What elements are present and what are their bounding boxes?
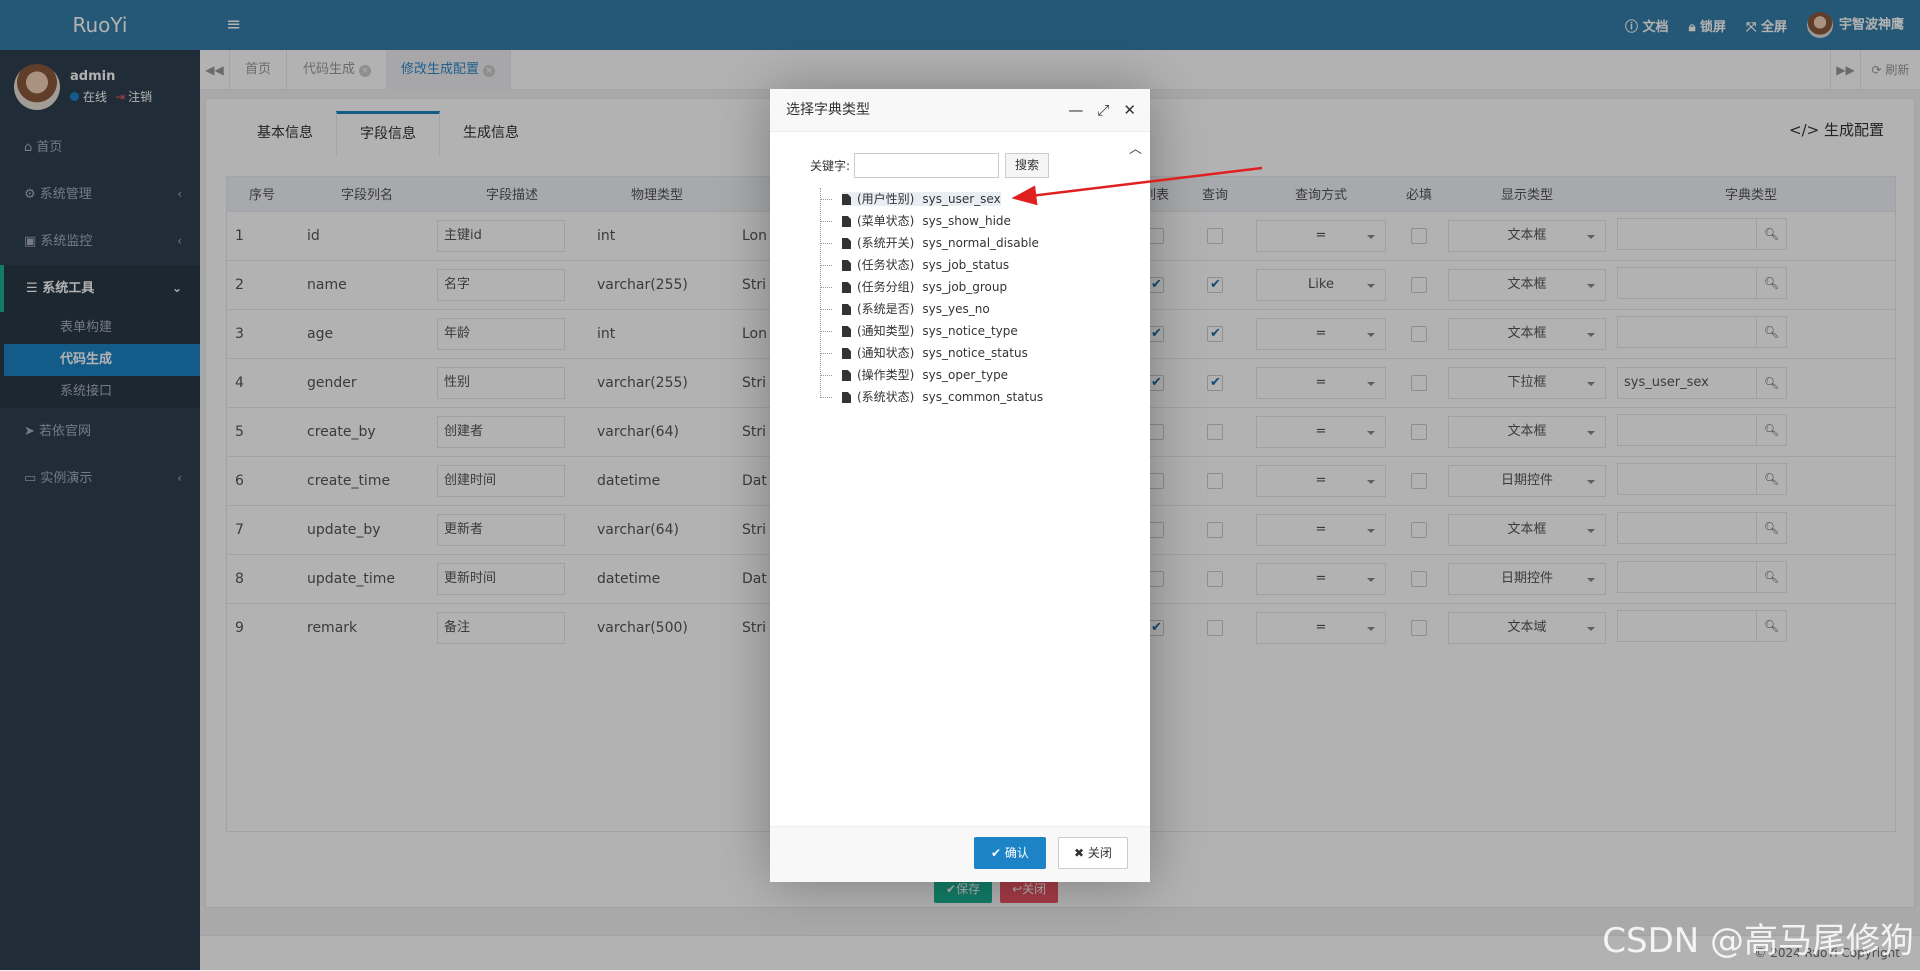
- minimize-icon[interactable]: —: [1068, 89, 1083, 132]
- maximize-icon[interactable]: ⤢: [1097, 89, 1109, 132]
- dict-name: (系统状态): [857, 390, 915, 404]
- close-icon[interactable]: ✕: [1123, 89, 1136, 132]
- tree-node[interactable]: (通知状态) sys_notice_status: [820, 342, 1043, 364]
- dict-name: (操作类型): [857, 368, 915, 382]
- confirm-button[interactable]: ✔ 确认: [974, 837, 1046, 869]
- dict-name: (任务分组): [857, 280, 915, 294]
- dict-code: sys_notice_type: [922, 324, 1018, 338]
- dict-tree: (用户性别) sys_user_sex (菜单状态) sys_show_hide (系统…: [820, 188, 1043, 408]
- dict-name: (系统是否): [857, 302, 915, 316]
- dict-code: sys_normal_disable: [922, 236, 1039, 250]
- cancel-button[interactable]: ✖ 关闭: [1058, 837, 1128, 869]
- dict-name: (通知状态): [857, 346, 915, 360]
- dict-name: (菜单状态): [857, 214, 915, 228]
- document-icon: [842, 282, 851, 293]
- document-icon: [842, 304, 851, 315]
- tree-node[interactable]: (任务状态) sys_job_status: [820, 254, 1043, 276]
- tree-node[interactable]: (系统状态) sys_common_status: [820, 386, 1043, 408]
- dict-code: sys_common_status: [922, 390, 1044, 404]
- dialog-body: ︿ 关键字: 搜索 (用户性别) sys_user_sex (菜单状态) sys_sh…: [770, 132, 1150, 715]
- tree-node[interactable]: (菜单状态) sys_show_hide: [820, 210, 1043, 232]
- tree-node[interactable]: (通知类型) sys_notice_type: [820, 320, 1043, 342]
- keyword-input[interactable]: [854, 153, 1000, 178]
- dict-code: sys_oper_type: [922, 368, 1009, 382]
- collapse-icon[interactable]: ︿: [1129, 138, 1142, 157]
- dict-name: (任务状态): [857, 258, 915, 272]
- dict-code: sys_job_group: [922, 280, 1008, 294]
- dialog-title: 选择字典类型: [786, 102, 870, 118]
- tree-node[interactable]: (任务分组) sys_job_group: [820, 276, 1043, 298]
- dict-name: (系统开关): [857, 236, 915, 250]
- tree-node[interactable]: (操作类型) sys_oper_type: [820, 364, 1043, 386]
- dialog-footer: ✔ 确认 ✖ 关闭: [770, 826, 1150, 882]
- document-icon: [842, 260, 851, 271]
- tree-node[interactable]: (系统是否) sys_yes_no: [820, 298, 1043, 320]
- watermark: CSDN @高马尾修狗: [1602, 921, 1914, 961]
- dict-code: sys_job_status: [922, 258, 1010, 272]
- dict-name: (通知类型): [857, 324, 915, 338]
- dict-code: sys_user_sex: [922, 192, 1001, 206]
- document-icon: [842, 392, 851, 403]
- keyword-label: 关键字:: [810, 159, 851, 173]
- dict-name: (用户性别): [857, 192, 915, 206]
- dict-code: sys_notice_status: [922, 346, 1028, 360]
- document-icon: [842, 194, 851, 205]
- document-icon: [842, 370, 851, 381]
- document-icon: [842, 216, 851, 227]
- tree-node[interactable]: (系统开关) sys_normal_disable: [820, 232, 1043, 254]
- dict-code: sys_yes_no: [922, 302, 990, 316]
- dict-code: sys_show_hide: [922, 214, 1011, 228]
- dialog-title-bar: 选择字典类型 — ⤢ ✕: [770, 89, 1150, 132]
- document-icon: [842, 326, 851, 337]
- annotation-arrow: [1011, 166, 1263, 206]
- document-icon: [842, 348, 851, 359]
- document-icon: [842, 238, 851, 249]
